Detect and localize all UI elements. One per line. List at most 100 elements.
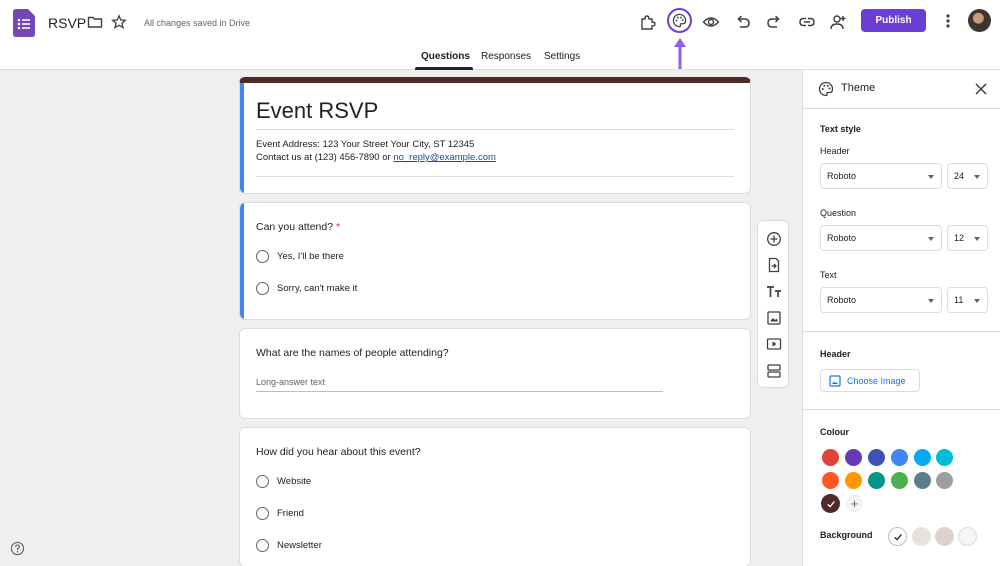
background-swatch-medium[interactable] bbox=[935, 527, 954, 546]
add-section-icon[interactable] bbox=[766, 363, 782, 379]
long-answer-placeholder: Long-answer text bbox=[256, 377, 326, 387]
text-style-label: Text bbox=[820, 270, 837, 280]
avatar[interactable] bbox=[968, 9, 991, 32]
publish-button[interactable]: Publish bbox=[861, 9, 926, 32]
background-swatch-grey[interactable] bbox=[958, 527, 977, 546]
text-size-select[interactable]: 11 bbox=[947, 287, 988, 313]
radio-button[interactable] bbox=[256, 539, 269, 552]
radio-option[interactable]: Website bbox=[256, 475, 311, 488]
colour-swatch-grey[interactable] bbox=[936, 472, 953, 489]
question-title: What are the names of people attending? bbox=[256, 347, 449, 359]
contact-text: Contact us at (123) 456-7890 or bbox=[256, 152, 394, 163]
check-icon bbox=[893, 533, 902, 540]
colour-swatch-cyan[interactable] bbox=[936, 449, 953, 466]
background-swatch-selected[interactable] bbox=[888, 527, 907, 546]
colour-swatch-teal[interactable] bbox=[868, 472, 885, 489]
palette-icon bbox=[672, 13, 687, 28]
dropdown-caret-icon bbox=[928, 237, 934, 241]
question-card-source[interactable]: How did you hear about this event? Websi… bbox=[239, 427, 751, 566]
theme-panel: Theme Text style Header Roboto 24 Questi… bbox=[802, 70, 1000, 566]
dropdown-caret-icon bbox=[974, 175, 980, 179]
colour-swatch-red[interactable] bbox=[822, 449, 839, 466]
background-swatch-light[interactable] bbox=[912, 527, 931, 546]
form-header-card[interactable]: Event RSVP Event Address: 123 Your Stree… bbox=[239, 77, 751, 194]
customize-theme-button[interactable] bbox=[667, 8, 692, 33]
tab-settings[interactable]: Settings bbox=[544, 51, 580, 62]
tab-questions[interactable]: Questions bbox=[421, 51, 470, 62]
redo-icon[interactable] bbox=[763, 11, 785, 33]
link-icon[interactable] bbox=[796, 11, 818, 33]
forms-logo-icon[interactable] bbox=[13, 9, 35, 37]
question-size-select[interactable]: 12 bbox=[947, 225, 988, 251]
text-font-select[interactable]: Roboto bbox=[820, 287, 942, 313]
undo-icon[interactable] bbox=[732, 11, 754, 33]
more-options-icon[interactable] bbox=[940, 12, 956, 30]
question-card-names[interactable]: What are the names of people attending? … bbox=[239, 328, 751, 419]
add-title-icon[interactable] bbox=[766, 284, 782, 300]
close-icon[interactable] bbox=[973, 81, 989, 97]
document-title[interactable]: RSVP bbox=[48, 15, 86, 31]
add-question-icon[interactable] bbox=[766, 231, 782, 247]
question-title: How did you hear about this event? bbox=[256, 446, 421, 458]
choose-image-button[interactable]: Choose Image bbox=[820, 369, 920, 392]
folder-icon[interactable] bbox=[87, 14, 103, 30]
colour-swatch-light-blue[interactable] bbox=[914, 449, 931, 466]
question-font-select[interactable]: Roboto bbox=[820, 225, 942, 251]
radio-button[interactable] bbox=[256, 507, 269, 520]
add-custom-colour-icon[interactable]: + bbox=[846, 495, 863, 512]
form-description-contact[interactable]: Contact us at (123) 456-7890 or no_reply… bbox=[256, 152, 496, 163]
colour-heading: Colour bbox=[820, 427, 849, 437]
star-icon[interactable] bbox=[111, 14, 127, 30]
colour-swatch-blue-grey[interactable] bbox=[914, 472, 931, 489]
question-style-label: Question bbox=[820, 208, 857, 218]
radio-option[interactable]: Friend bbox=[256, 507, 304, 520]
colour-swatch-orange[interactable] bbox=[845, 472, 862, 489]
dropdown-caret-icon bbox=[928, 175, 934, 179]
answer-underline bbox=[256, 391, 663, 392]
add-video-icon[interactable] bbox=[766, 336, 782, 352]
check-icon bbox=[826, 500, 835, 507]
divider bbox=[803, 108, 1000, 109]
question-card-attend[interactable]: Can you attend? * Yes, I'll be there Sor… bbox=[239, 202, 751, 320]
add-image-icon[interactable] bbox=[766, 310, 782, 326]
option-label: Yes, I'll be there bbox=[277, 251, 344, 262]
colour-swatch-brown-selected[interactable] bbox=[821, 494, 840, 513]
form-description-address[interactable]: Event Address: 123 Your Street Your City… bbox=[256, 139, 474, 150]
option-label: Newsletter bbox=[277, 540, 322, 551]
header-size-select[interactable]: 24 bbox=[947, 163, 988, 189]
radio-option[interactable]: Yes, I'll be there bbox=[256, 250, 344, 263]
colour-swatch-indigo[interactable] bbox=[868, 449, 885, 466]
colour-swatch-deep-orange[interactable] bbox=[822, 472, 839, 489]
colour-swatch-blue[interactable] bbox=[891, 449, 908, 466]
add-collaborator-icon[interactable] bbox=[827, 11, 849, 33]
radio-option[interactable]: Sorry, can't make it bbox=[256, 282, 357, 295]
form-title[interactable]: Event RSVP bbox=[256, 98, 378, 124]
colour-swatch-green[interactable] bbox=[891, 472, 908, 489]
radio-option[interactable]: Newsletter bbox=[256, 539, 322, 552]
colour-swatch-purple[interactable] bbox=[845, 449, 862, 466]
header-font-select[interactable]: Roboto bbox=[820, 163, 942, 189]
addon-puzzle-icon[interactable] bbox=[637, 11, 659, 33]
palette-icon bbox=[818, 81, 834, 97]
option-label: Friend bbox=[277, 508, 304, 519]
divider bbox=[803, 331, 1000, 332]
option-label: Website bbox=[277, 476, 312, 487]
radio-button[interactable] bbox=[256, 250, 269, 263]
radio-button[interactable] bbox=[256, 282, 269, 295]
required-asterisk: * bbox=[335, 221, 341, 233]
preview-eye-icon[interactable] bbox=[700, 11, 722, 33]
help-icon[interactable] bbox=[10, 541, 25, 556]
tab-responses[interactable]: Responses bbox=[481, 51, 531, 62]
divider bbox=[803, 409, 1000, 410]
dropdown-caret-icon bbox=[928, 299, 934, 303]
save-status: All changes saved in Drive bbox=[144, 18, 251, 28]
active-tab-indicator bbox=[415, 67, 473, 70]
divider bbox=[256, 129, 734, 130]
dropdown-caret-icon bbox=[974, 299, 980, 303]
import-questions-icon[interactable] bbox=[766, 257, 782, 273]
contact-email-link[interactable]: no_reply@example.com bbox=[393, 152, 496, 163]
radio-button[interactable] bbox=[256, 475, 269, 488]
active-card-accent bbox=[240, 203, 244, 319]
background-heading: Background bbox=[820, 530, 873, 540]
divider bbox=[256, 176, 734, 177]
